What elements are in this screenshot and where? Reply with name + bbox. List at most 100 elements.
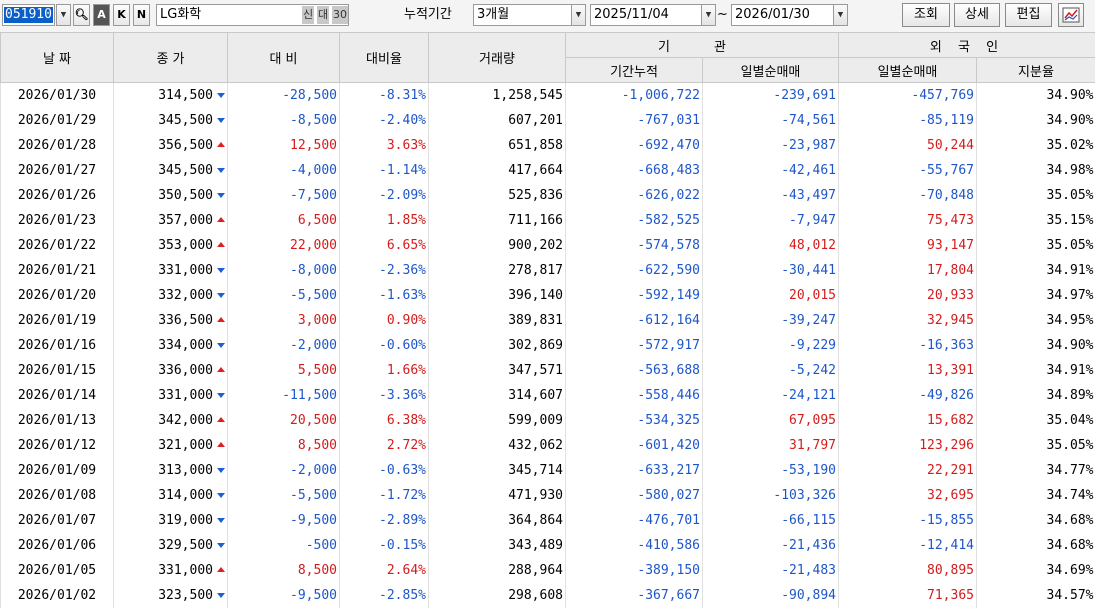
table-row[interactable]: 2026/01/09 313,000 -2,000 -0.63% 345,714 -633… <box>0 458 1095 483</box>
cell-change: -500 <box>227 533 340 558</box>
search-stock-button[interactable]: 🔍︎ <box>73 4 90 26</box>
cell-change: 5,500 <box>227 358 340 383</box>
cell-inst-daily: -239,691 <box>702 82 839 108</box>
cell-inst-daily: 48,012 <box>702 233 839 258</box>
code-dropdown-button[interactable]: ▼ <box>56 4 71 26</box>
date-to-input[interactable]: 2026/01/30 <box>731 4 834 26</box>
cell-change: -28,500 <box>227 82 340 108</box>
cell-inst-cumulative: -389,150 <box>565 558 703 583</box>
table-row[interactable]: 2026/01/07 319,000 -9,500 -2.89% 364,864 -476… <box>0 508 1095 533</box>
col-header-close[interactable]: 종 가 <box>113 32 228 83</box>
cell-change-rate: -1.72% <box>339 483 429 508</box>
table-row[interactable]: 2026/01/13 342,000 20,500 6.38% 599,009 -534,… <box>0 408 1095 433</box>
cell-change: -9,500 <box>227 583 340 608</box>
cell-change: -9,500 <box>227 508 340 533</box>
a-button[interactable]: A <box>93 4 110 26</box>
cell-volume: 347,571 <box>428 358 566 383</box>
col-header-change-rate[interactable]: 대비율 <box>339 32 429 83</box>
close-price-text: 357,000 <box>158 213 213 228</box>
cell-date: 2026/01/02 <box>0 583 114 608</box>
chart-button[interactable] <box>1058 3 1084 27</box>
k-button[interactable]: K <box>113 4 130 26</box>
table-row[interactable]: 2026/01/29 345,500 -8,500 -2.40% 607,201 -767… <box>0 108 1095 133</box>
col-header-foreign-ratio[interactable]: 지분율 <box>976 57 1095 83</box>
loan-tag: 대 <box>317 6 330 24</box>
period-dropdown-button[interactable]: ▼ <box>571 4 586 26</box>
table-row[interactable]: 2026/01/19 336,500 3,000 0.90% 389,831 -612,1… <box>0 308 1095 333</box>
cell-inst-daily: -66,115 <box>702 508 839 533</box>
search-button[interactable]: 조회 <box>902 3 950 27</box>
cell-inst-daily: 67,095 <box>702 408 839 433</box>
table-row[interactable]: 2026/01/12 321,000 8,500 2.72% 432,062 -601,4… <box>0 433 1095 458</box>
table-row[interactable]: 2026/01/14 331,000 -11,500 -3.36% 314,607 -55… <box>0 383 1095 408</box>
edit-button[interactable]: 편집 <box>1005 3 1052 27</box>
col-header-date[interactable]: 날 짜 <box>0 32 114 83</box>
table-row[interactable]: 2026/01/08 314,000 -5,500 -1.72% 471,930 -580… <box>0 483 1095 508</box>
n-button[interactable]: N <box>133 4 150 26</box>
cell-inst-cumulative: -612,164 <box>565 308 703 333</box>
cell-foreign-ratio: 34.77% <box>976 458 1095 483</box>
cell-inst-daily: 20,015 <box>702 283 839 308</box>
table-row[interactable]: 2026/01/21 331,000 -8,000 -2.36% 278,817 -622… <box>0 258 1095 283</box>
cell-close: 329,500 <box>113 533 228 558</box>
table-row[interactable]: 2026/01/28 356,500 12,500 3.63% 651,858 -692,… <box>0 133 1095 158</box>
cell-foreign-daily: 13,391 <box>838 358 977 383</box>
col-header-volume[interactable]: 거래량 <box>428 32 566 83</box>
col-header-foreign-daily[interactable]: 일별순매매 <box>838 57 977 83</box>
col-header-inst-daily[interactable]: 일별순매매 <box>702 57 839 83</box>
table-row[interactable]: 2026/01/15 336,000 5,500 1.66% 347,571 -563,6… <box>0 358 1095 383</box>
date-from-calendar-button[interactable]: ▼ <box>701 4 716 26</box>
table-row[interactable]: 2026/01/06 329,500 -500 -0.15% 343,489 -410,5… <box>0 533 1095 558</box>
cell-inst-daily: -42,461 <box>702 158 839 183</box>
cell-volume: 278,817 <box>428 258 566 283</box>
date-from-input[interactable]: 2025/11/04 <box>590 4 702 26</box>
cell-inst-cumulative: -633,217 <box>565 458 703 483</box>
table-row[interactable]: 2026/01/23 357,000 6,500 1.85% 711,166 -582,5… <box>0 208 1095 233</box>
period-select[interactable]: 3개월 <box>473 4 572 26</box>
table-row[interactable]: 2026/01/20 332,000 -5,500 -1.63% 396,140 -592… <box>0 283 1095 308</box>
cell-close: 331,000 <box>113 258 228 283</box>
date-to-calendar-button[interactable]: ▼ <box>833 4 848 26</box>
col-header-inst-cumulative[interactable]: 기간누적 <box>565 57 703 83</box>
chevron-down-icon: ▼ <box>575 10 582 20</box>
cell-inst-cumulative: -626,022 <box>565 183 703 208</box>
cell-change: 8,500 <box>227 558 340 583</box>
cell-close: 321,000 <box>113 433 228 458</box>
cell-foreign-daily: 93,147 <box>838 233 977 258</box>
cell-date: 2026/01/06 <box>0 533 114 558</box>
cell-inst-cumulative: -767,031 <box>565 108 703 133</box>
table-row[interactable]: 2026/01/02 323,500 -9,500 -2.85% 298,608 -367… <box>0 583 1095 608</box>
col-header-change[interactable]: 대 비 <box>227 32 340 83</box>
table-row[interactable]: 2026/01/26 350,500 -7,500 -2.09% 525,836 -626… <box>0 183 1095 208</box>
table-row[interactable]: 2026/01/22 353,000 22,000 6.65% 900,202 -574,… <box>0 233 1095 258</box>
cell-inst-daily: -74,561 <box>702 108 839 133</box>
cell-close: 336,000 <box>113 358 228 383</box>
cell-foreign-ratio: 34.68% <box>976 533 1095 558</box>
cell-change-rate: -2.89% <box>339 508 429 533</box>
cell-inst-daily: 31,797 <box>702 433 839 458</box>
cell-change-rate: -0.63% <box>339 458 429 483</box>
stock-name-field[interactable]: LG화학 신 대 30 <box>156 4 349 26</box>
stock-code-input[interactable]: 051910 <box>2 4 55 26</box>
cell-close: 345,500 <box>113 158 228 183</box>
chevron-down-icon: ▼ <box>705 10 712 20</box>
cell-volume: 417,664 <box>428 158 566 183</box>
table-row[interactable]: 2026/01/16 334,000 -2,000 -0.60% 302,869 -572… <box>0 333 1095 358</box>
cell-change: 22,000 <box>227 233 340 258</box>
cell-inst-cumulative: -572,917 <box>565 333 703 358</box>
table-row[interactable]: 2026/01/27 345,500 -4,000 -1.14% 417,664 -668… <box>0 158 1095 183</box>
cell-inst-cumulative: -574,578 <box>565 233 703 258</box>
table-row[interactable]: 2026/01/05 331,000 8,500 2.64% 288,964 -389,1… <box>0 558 1095 583</box>
table-row[interactable]: 2026/01/30 314,500 -28,500 -8.31% 1,258,545-… <box>0 82 1095 108</box>
down-arrow-icon <box>217 168 225 173</box>
cell-foreign-daily: -15,855 <box>838 508 977 533</box>
cell-inst-daily: -23,987 <box>702 133 839 158</box>
cell-volume: 432,062 <box>428 433 566 458</box>
cell-date: 2026/01/12 <box>0 433 114 458</box>
cell-close: 332,000 <box>113 283 228 308</box>
cell-inst-cumulative: -592,149 <box>565 283 703 308</box>
cell-inst-cumulative: -558,446 <box>565 383 703 408</box>
cell-date: 2026/01/28 <box>0 133 114 158</box>
detail-button[interactable]: 상세 <box>954 3 1000 27</box>
investor-trend-table: 날 짜 종 가 대 비 대비율 거래량 기 관 외 국 인 기간누적 일별순매매… <box>0 32 1095 608</box>
